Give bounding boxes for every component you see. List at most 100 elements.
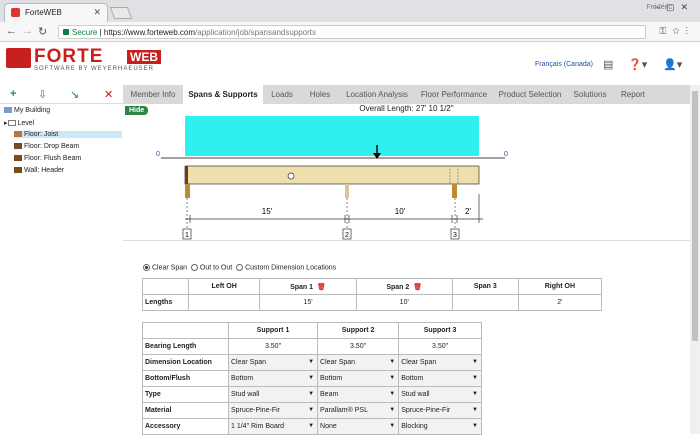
- header-support-3: Support 3: [398, 322, 482, 339]
- dimension-location-s2-select[interactable]: Clear Span ▼: [317, 354, 400, 371]
- support-3-post[interactable]: [452, 184, 457, 198]
- back-icon[interactable]: ←: [6, 25, 17, 37]
- copy-member-icon[interactable]: ⇩: [38, 88, 47, 101]
- tree-item-floor-drop-beam[interactable]: Floor: Drop Beam: [14, 143, 79, 150]
- supports-header-empty: [142, 322, 229, 339]
- url-field[interactable]: Secure | https://www.forteweb.com/applic…: [58, 25, 646, 39]
- hole-marker-icon[interactable]: [287, 172, 295, 180]
- material-s3-select[interactable]: Spruce-Pine-Fir ▼: [398, 402, 482, 419]
- material-s1-select[interactable]: Spruce-Pine-Fir ▼: [227, 402, 319, 419]
- url-path: /application/job/spansandsupports: [195, 28, 317, 37]
- add-member-button[interactable]: +: [10, 88, 16, 100]
- overall-length: Overall Length: 27' 10 1/2": [359, 104, 454, 113]
- tree-item-wall-header[interactable]: Wall: Header: [14, 167, 64, 174]
- joist-member[interactable]: [184, 165, 480, 185]
- right-overhang-label: 2': [465, 207, 471, 216]
- clear-span-radio[interactable]: [143, 264, 150, 271]
- out-to-out-radio[interactable]: [190, 264, 198, 271]
- support-2-post[interactable]: [345, 184, 349, 198]
- rim-board-left: [185, 166, 188, 184]
- support-3-number: 3: [453, 232, 457, 239]
- tree-item-level[interactable]: ▸ Level: [4, 119, 34, 127]
- tab-title: ForteWEB: [25, 8, 62, 17]
- header-span-3: Span 3: [451, 278, 519, 295]
- tab-product-selection[interactable]: Product Selection: [493, 85, 567, 104]
- page-scrollbar[interactable]: [690, 85, 700, 434]
- lengths-header-empty: [142, 278, 189, 295]
- beam-icon: [14, 143, 22, 150]
- url-host: https://www.forteweb.com: [103, 28, 196, 37]
- bottom-flush-s3-select[interactable]: Bottom ▼: [398, 370, 482, 387]
- accessory-s2-select[interactable]: None ▼: [317, 418, 400, 435]
- bearing-length-s2[interactable]: 3.50": [317, 338, 400, 355]
- accessory-s3-select[interactable]: Blocking ▼: [398, 418, 482, 435]
- row-label-type: Type: [142, 386, 229, 403]
- member-diagram: 0 0 15' 10' 2' 1 2 3: [156, 116, 508, 240]
- support-1-post[interactable]: [185, 184, 190, 198]
- accessory-s1-select[interactable]: 1 1/4" Rim Board ▼: [227, 418, 319, 435]
- language-link[interactable]: Français (Canada): [535, 61, 593, 68]
- tab-holes[interactable]: Holes: [301, 85, 339, 104]
- tab-solutions[interactable]: Solutions: [567, 85, 613, 104]
- dimension-location-s1-select[interactable]: Clear Span ▼: [227, 354, 319, 371]
- tab-close-icon[interactable]: ✕: [93, 7, 101, 18]
- span-2-length[interactable]: 10': [355, 294, 453, 311]
- document-icon[interactable]: ▤: [603, 58, 613, 71]
- load-area: [185, 116, 479, 156]
- bearing-length-s1[interactable]: 3.50": [227, 338, 319, 355]
- tab-location-analysis[interactable]: Location Analysis: [339, 85, 415, 104]
- browser-tab[interactable]: ForteWEB ✕: [4, 3, 108, 22]
- type-s3-select[interactable]: Stud wall ▼: [398, 386, 482, 403]
- dropdown-caret-icon: ▼: [472, 375, 478, 381]
- right-oh-length[interactable]: 2': [517, 294, 603, 311]
- type-s1-select[interactable]: Stud wall ▼: [227, 386, 319, 403]
- tab-floor-performance[interactable]: Floor Performance: [415, 85, 493, 104]
- delete-member-button[interactable]: ✕: [104, 88, 113, 101]
- header-support-1: Support 1: [227, 322, 319, 339]
- tab-member-info[interactable]: Member Info: [123, 85, 183, 104]
- secure-label: Secure: [72, 28, 98, 37]
- help-icon[interactable]: ❓▾: [628, 58, 647, 71]
- new-tab-button[interactable]: [109, 7, 133, 19]
- span-1-length[interactable]: 15': [259, 294, 357, 311]
- span-3-length[interactable]: [451, 294, 519, 311]
- supports-table: Support 1 Support 2 Support 3 Bearing Le…: [142, 322, 482, 435]
- project-tree: My Building ▸ Level Floor: Joist Floor: D…: [0, 104, 123, 434]
- browser-menu-icons[interactable]: ⚿☆⋮: [660, 26, 694, 37]
- tab-report[interactable]: Report: [613, 85, 653, 104]
- reload-icon[interactable]: ↻: [38, 25, 47, 38]
- row-label-bearing-length: Bearing Length: [142, 338, 229, 355]
- window-controls[interactable]: –▢✕: [655, 2, 694, 13]
- tab-spans-supports[interactable]: Spans & Supports: [183, 85, 263, 104]
- tree-item-floor-flush-beam[interactable]: Floor: Flush Beam: [14, 155, 81, 162]
- member-tabs: Member Info Spans & Supports Loads Holes…: [123, 85, 690, 104]
- span-1-label: 15': [262, 207, 273, 216]
- address-bar-row: ← → ↻ Secure | https://www.forteweb.com/…: [0, 22, 700, 42]
- bearing-length-s3[interactable]: 3.50": [398, 338, 482, 355]
- tree-item-floor-joist[interactable]: Floor: Joist: [14, 131, 122, 138]
- header-support-2: Support 2: [317, 322, 400, 339]
- dropdown-caret-icon: ▼: [308, 359, 315, 365]
- material-s2-select[interactable]: Parallam® PSL ▼: [317, 402, 400, 419]
- logo-forte-text: FORTE: [34, 46, 104, 67]
- left-oh-length[interactable]: [187, 294, 261, 311]
- dimension-location-s3-select[interactable]: Clear Span ▼: [398, 354, 482, 371]
- move-member-icon[interactable]: ↘: [70, 88, 79, 101]
- type-s2-select[interactable]: Beam ▼: [317, 386, 400, 403]
- bottom-flush-s1-select[interactable]: Bottom ▼: [227, 370, 319, 387]
- delete-span-2-icon[interactable]: 🗑: [413, 284, 422, 291]
- beam-icon: [14, 155, 22, 162]
- divider: [123, 240, 690, 241]
- custom-dimension-radio[interactable]: [236, 264, 244, 271]
- dropdown-caret-icon: ▼: [389, 407, 396, 413]
- delete-span-1-icon[interactable]: 🗑: [317, 284, 326, 291]
- forward-icon[interactable]: →: [22, 25, 33, 37]
- support-2-number: 2: [345, 232, 349, 239]
- user-icon[interactable]: 👤▾: [663, 58, 682, 71]
- dropdown-caret-icon: ▼: [389, 375, 396, 381]
- bottom-flush-s2-select[interactable]: Bottom ▼: [317, 370, 400, 387]
- tab-loads[interactable]: Loads: [263, 85, 301, 104]
- row-label-dimension-location: Dimension Location: [142, 354, 229, 371]
- tree-item-my-building[interactable]: My Building: [4, 107, 50, 114]
- scrollbar-thumb[interactable]: [692, 91, 698, 341]
